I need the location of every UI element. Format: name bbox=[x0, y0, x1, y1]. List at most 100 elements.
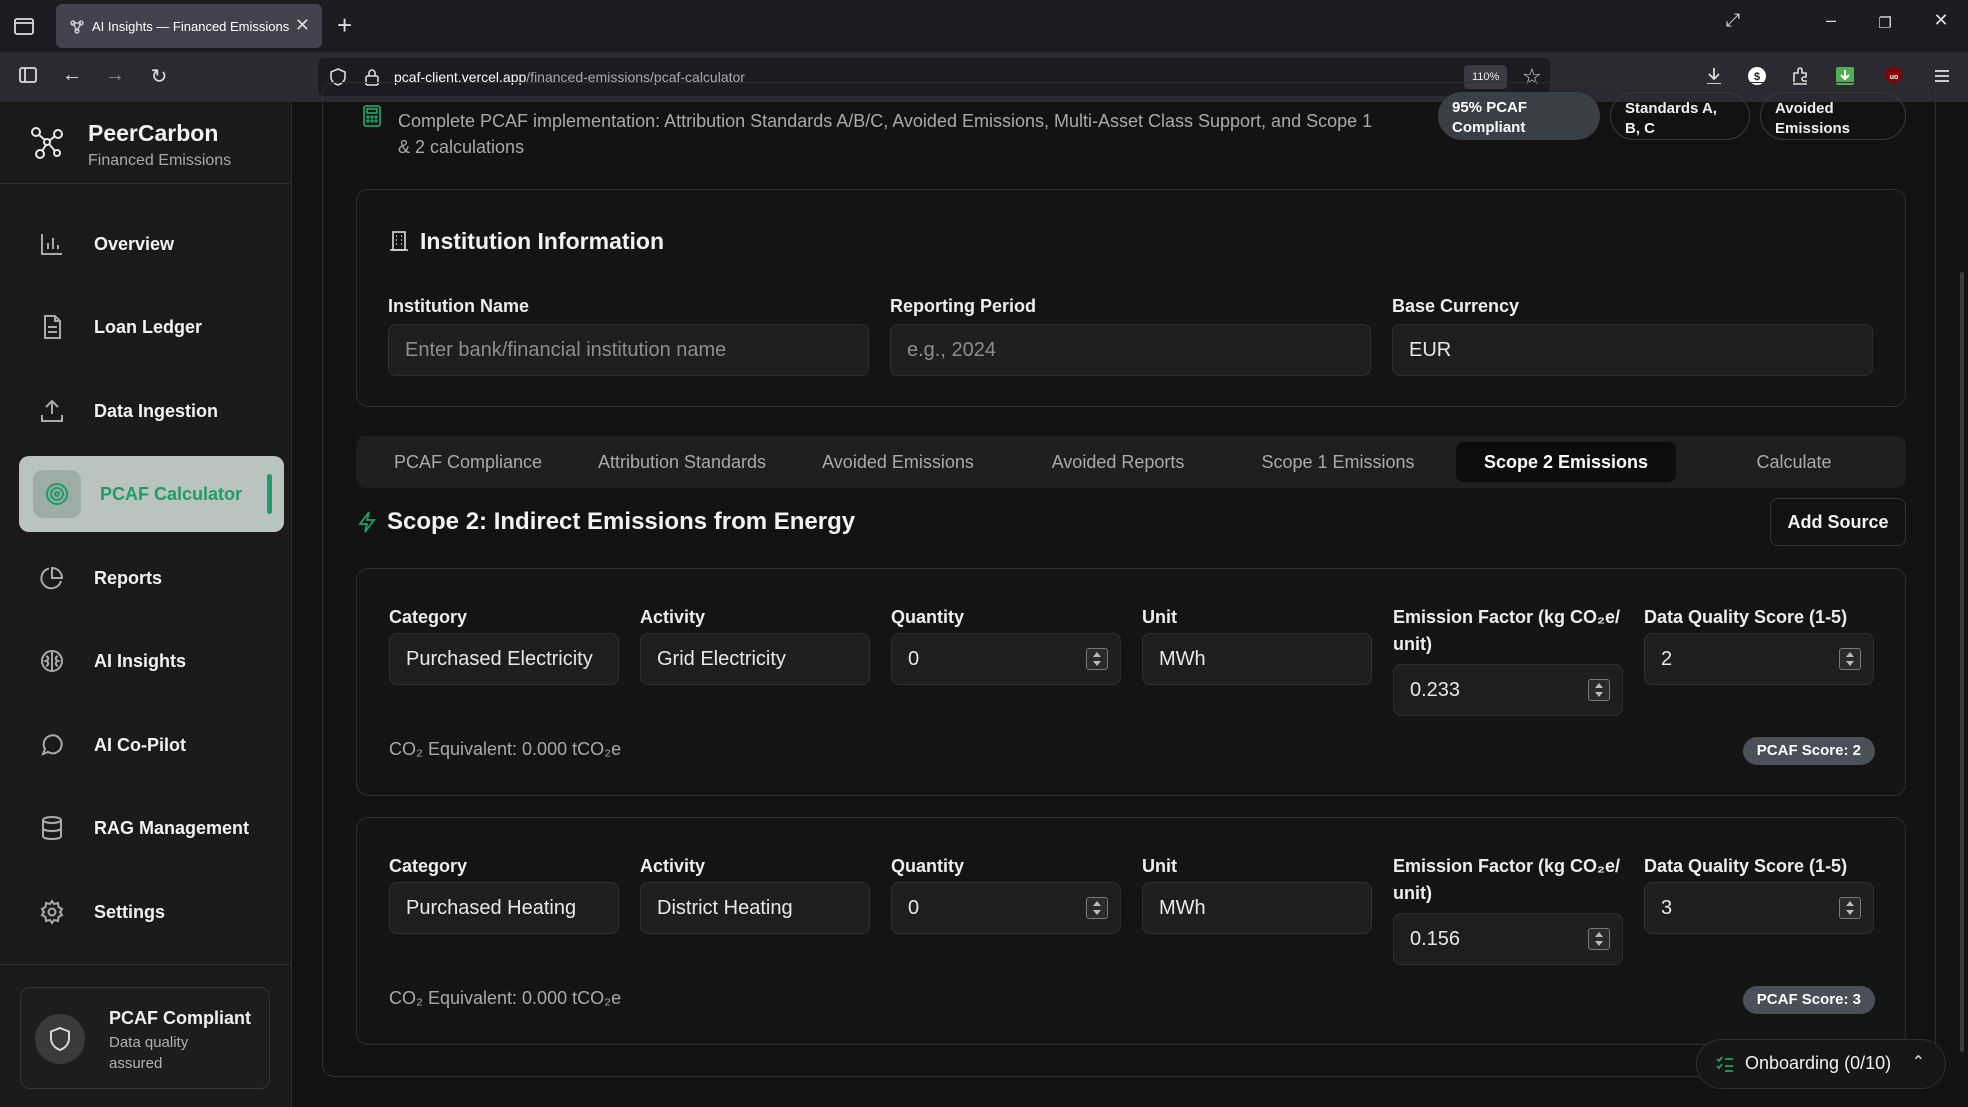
tab-avoided-emissions[interactable]: Avoided Emissions bbox=[796, 442, 1000, 482]
quantity-stepper[interactable]: 0 bbox=[891, 633, 1121, 685]
reporting-period-label: Reporting Period bbox=[890, 296, 1037, 316]
activity-input[interactable]: District Heating bbox=[640, 882, 870, 934]
sidebar-item-label: Loan Ledger bbox=[94, 317, 203, 337]
reporting-period-input[interactable]: e.g., 2024 bbox=[890, 324, 1371, 376]
active-indicator bbox=[267, 474, 272, 514]
sidebar-item-label: RAG Management bbox=[94, 818, 250, 838]
data-quality-label: Data Quality Score (1-5) bbox=[1644, 856, 1848, 876]
add-source-button[interactable]: Add Source bbox=[1770, 498, 1906, 546]
sidebar-item-label: Data Ingestion bbox=[94, 401, 219, 421]
source-card-heating: Category Purchased Heating Activity Dist… bbox=[356, 817, 1906, 1045]
stepper-arrows-icon[interactable] bbox=[1839, 897, 1861, 919]
reload-icon[interactable]: ↻ bbox=[145, 64, 173, 89]
browser-tab-bar: AI Insights — Financed Emissions ✕ + ⤢ –… bbox=[0, 0, 1968, 52]
emission-factor-stepper[interactable]: 0.156 bbox=[1393, 913, 1623, 965]
sidebar-item-data-ingestion[interactable]: Data Ingestion bbox=[19, 373, 284, 449]
checklist-icon bbox=[1715, 1054, 1735, 1074]
lightning-icon bbox=[356, 510, 378, 534]
sidebar-item-label: PCAF Calculator bbox=[100, 484, 243, 504]
brand-subtitle: Financed Emissions bbox=[88, 152, 232, 169]
fullscreen-icon[interactable]: ⤢ bbox=[1718, 10, 1748, 31]
tab-favicon-icon bbox=[68, 18, 86, 36]
tab-attribution-standards[interactable]: Attribution Standards bbox=[580, 442, 784, 482]
back-icon[interactable]: ← bbox=[58, 64, 86, 87]
sidebar-item-label: Reports bbox=[94, 568, 163, 588]
main-content: Complete PCAF implementation: Attributio… bbox=[292, 82, 1968, 1107]
quantity-label: Quantity bbox=[891, 856, 965, 876]
sidebar-divider bbox=[0, 964, 291, 965]
co2-equivalent: CO₂ Equivalent: 0.000 tCO₂e bbox=[389, 739, 622, 759]
unit-input[interactable]: MWh bbox=[1142, 633, 1372, 685]
activity-label: Activity bbox=[640, 856, 706, 876]
activity-label: Activity bbox=[640, 607, 706, 627]
institution-name-input[interactable]: Enter bank/financial institution name bbox=[388, 324, 869, 376]
data-quality-stepper[interactable]: 3 bbox=[1644, 882, 1874, 934]
forward-icon[interactable]: → bbox=[101, 64, 129, 87]
category-input[interactable]: Purchased Electricity bbox=[389, 633, 619, 685]
brain-icon bbox=[39, 648, 65, 674]
tab-calculate[interactable]: Calculate bbox=[1692, 442, 1896, 482]
tab-scope1-emissions[interactable]: Scope 1 Emissions bbox=[1236, 442, 1440, 482]
gear-icon bbox=[39, 899, 65, 925]
base-currency-input[interactable]: EUR bbox=[1392, 324, 1873, 376]
activity-input[interactable]: Grid Electricity bbox=[640, 633, 870, 685]
avoided-emissions-badge: Avoided Emissions bbox=[1760, 92, 1906, 140]
new-tab-icon[interactable]: + bbox=[337, 10, 352, 41]
sidebar-item-label: AI Co-Pilot bbox=[94, 735, 186, 755]
sidebar-item-reports[interactable]: Reports bbox=[19, 540, 284, 616]
unit-input[interactable]: MWh bbox=[1142, 882, 1372, 934]
stepper-arrows-icon[interactable] bbox=[1588, 679, 1610, 701]
emission-factor-stepper[interactable]: 0.233 bbox=[1393, 664, 1623, 716]
stepper-arrows-icon[interactable] bbox=[1588, 928, 1610, 950]
sidebar-item-rag-management[interactable]: RAG Management bbox=[19, 790, 284, 866]
compliance-badge: 95% PCAF Compliant bbox=[1438, 92, 1600, 140]
stepper-arrows-icon[interactable] bbox=[1086, 897, 1108, 919]
tab-close-icon[interactable]: ✕ bbox=[295, 15, 310, 36]
emission-factor-label: Emission Factor (kg CO₂e/unit) bbox=[1393, 607, 1621, 654]
stepper-arrows-icon[interactable] bbox=[1839, 648, 1861, 670]
tab-title: AI Insights — Financed Emissions bbox=[92, 19, 290, 34]
emission-factor-label: Emission Factor (kg CO₂e/unit) bbox=[1393, 856, 1621, 903]
quantity-stepper[interactable]: 0 bbox=[891, 882, 1121, 934]
sidebar-item-ai-insights[interactable]: AI Insights bbox=[19, 623, 284, 699]
sidebar-toggle-icon[interactable] bbox=[14, 64, 42, 92]
tab-list-icon[interactable] bbox=[12, 14, 36, 38]
restore-icon[interactable]: ❐ bbox=[1870, 14, 1900, 32]
sidebar-item-overview[interactable]: Overview bbox=[19, 206, 284, 282]
co2-equivalent: CO₂ Equivalent: 0.000 tCO₂e bbox=[389, 988, 622, 1008]
sidebar-item-label: Overview bbox=[94, 234, 175, 254]
menu-icon[interactable] bbox=[1931, 65, 1953, 87]
calculator-tabs: PCAF Compliance Attribution Standards Av… bbox=[356, 436, 1906, 488]
data-quality-label: Data Quality Score (1-5) bbox=[1644, 607, 1848, 627]
onboarding-button[interactable]: Onboarding (0/10) ⌃ bbox=[1696, 1039, 1946, 1089]
browser-tab[interactable]: AI Insights — Financed Emissions ✕ bbox=[56, 4, 322, 48]
sidebar-item-loan-ledger[interactable]: Loan Ledger bbox=[19, 289, 284, 365]
compliance-status-card: PCAF Compliant Data quality assured bbox=[20, 987, 270, 1089]
sidebar-item-settings[interactable]: Settings bbox=[19, 874, 284, 950]
institution-name-label: Institution Name bbox=[388, 296, 530, 316]
chevron-up-icon: ⌃ bbox=[1911, 1054, 1925, 1071]
quantity-label: Quantity bbox=[891, 607, 965, 627]
unit-label: Unit bbox=[1142, 856, 1177, 876]
category-input[interactable]: Purchased Heating bbox=[389, 882, 619, 934]
minimize-icon[interactable]: – bbox=[1816, 10, 1846, 31]
sidebar-item-label: Settings bbox=[94, 902, 166, 922]
building-icon bbox=[388, 230, 410, 252]
tab-pcaf-compliance[interactable]: PCAF Compliance bbox=[366, 442, 570, 482]
data-quality-stepper[interactable]: 2 bbox=[1644, 633, 1874, 685]
sidebar-item-label: AI Insights bbox=[94, 651, 187, 671]
sidebar-item-pcaf-calculator[interactable]: PCAF Calculator bbox=[19, 456, 284, 532]
svg-text:uo: uo bbox=[1890, 74, 1899, 81]
page-scrollbar[interactable] bbox=[1960, 272, 1964, 1052]
tab-scope2-emissions[interactable]: Scope 2 Emissions bbox=[1456, 442, 1676, 482]
sidebar-item-ai-co-pilot[interactable]: AI Co-Pilot bbox=[19, 707, 284, 783]
base-currency-label: Base Currency bbox=[1392, 296, 1520, 316]
stepper-arrows-icon[interactable] bbox=[1086, 648, 1108, 670]
scope2-title: Scope 2: Indirect Emissions from Energy bbox=[387, 508, 856, 535]
window-close-icon[interactable]: ✕ bbox=[1926, 10, 1956, 31]
onboarding-label: Onboarding (0/10) bbox=[1745, 1053, 1892, 1073]
tab-avoided-reports[interactable]: Avoided Reports bbox=[1016, 442, 1220, 482]
institution-title: Institution Information bbox=[420, 228, 665, 254]
brand[interactable]: PeerCarbon Financed Emissions bbox=[0, 102, 291, 184]
sidebar: PeerCarbon Financed Emissions Overview L… bbox=[0, 102, 292, 1107]
